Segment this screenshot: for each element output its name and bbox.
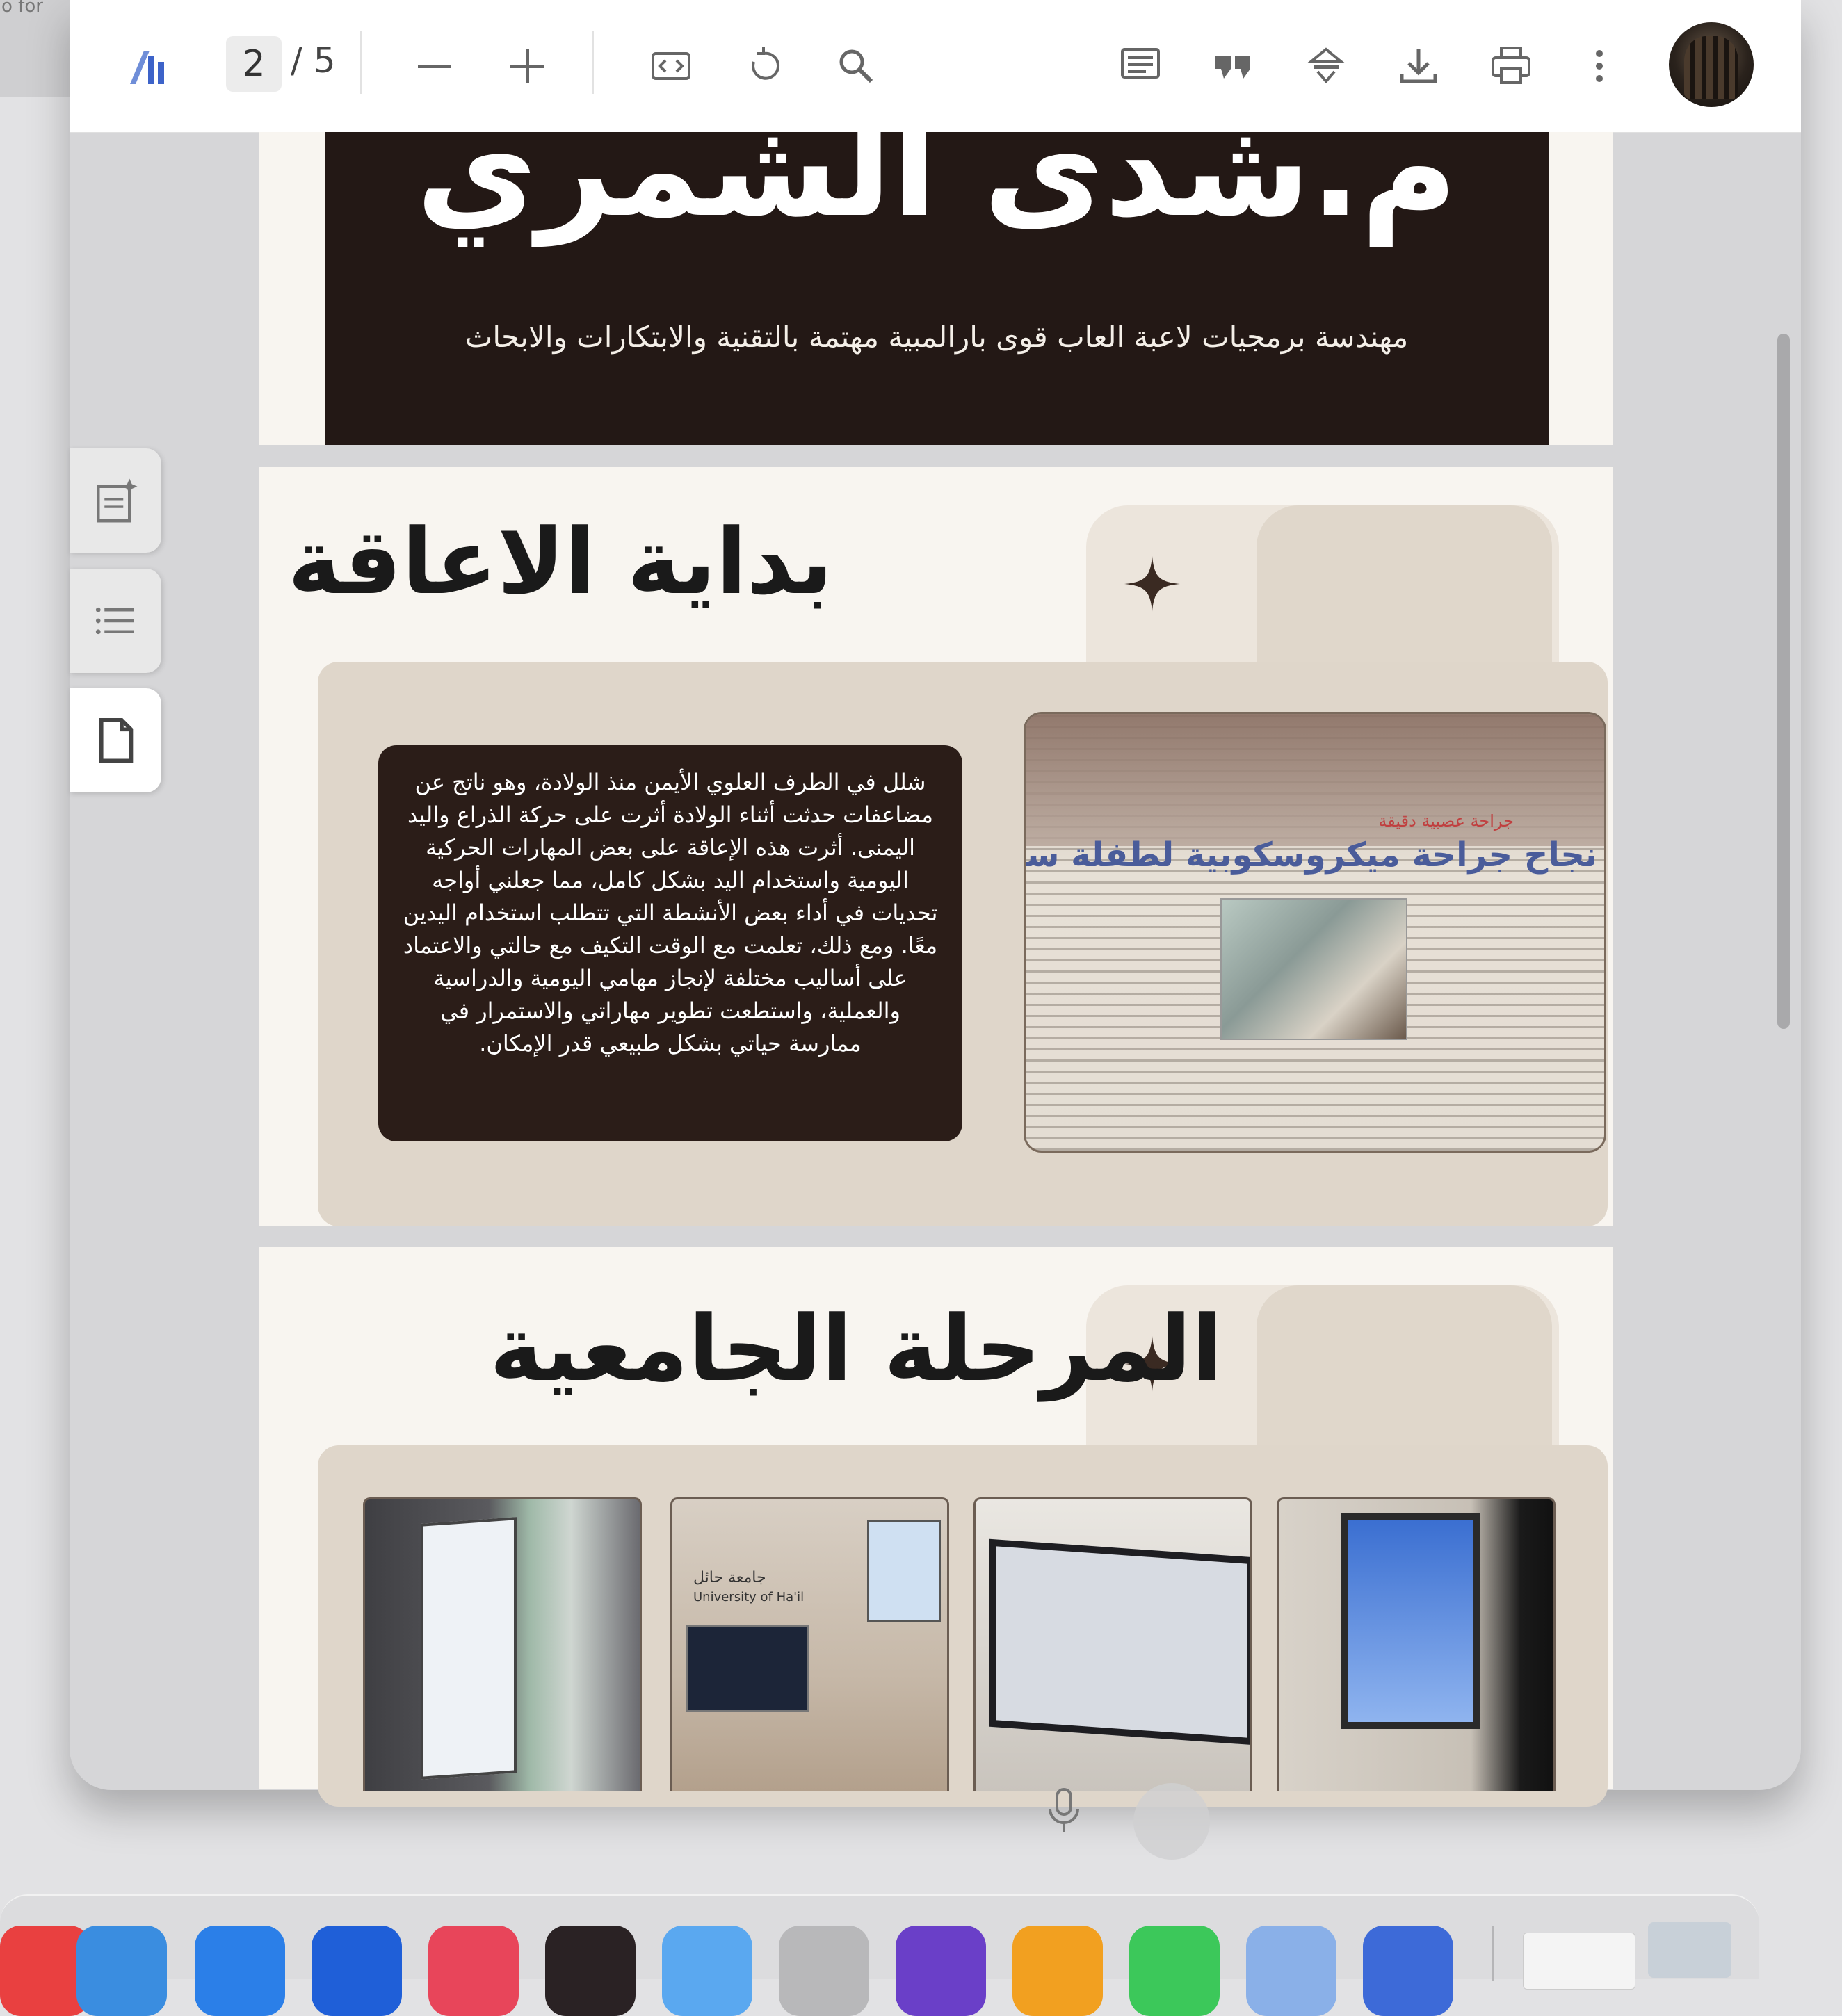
dock-app-icon[interactable] [545,1926,636,2016]
university-photo-2: جامعة حائل University of Ha'il [670,1497,949,1791]
toolbar-divider [592,31,594,94]
university-photo-3 [973,1497,1252,1791]
slide-1-subtitle: مهندسة برمجيات لاعبة العاب قوى بارالمبية… [464,320,1409,354]
newspaper-headline: نجاح جراحة ميكروسكوبية لطفلة سعودية [1026,836,1597,875]
zoom-in-icon[interactable] [499,38,555,94]
dock-app-icon[interactable] [662,1926,752,2016]
download-icon[interactable] [1391,38,1446,94]
dock-app-icon[interactable] [1129,1926,1220,2016]
dock-minimized-window[interactable] [1523,1933,1635,1990]
slide-2: بداية الاعاقة شلل في الطرف العلوي الأيمن… [259,467,1613,1226]
add-note-button[interactable] [70,448,161,553]
annotate-icon[interactable] [1298,38,1354,94]
university-photo-4 [1277,1497,1556,1791]
fit-page-icon[interactable] [643,38,699,94]
app-logo-icon [122,38,177,94]
dock-app-icon[interactable] [312,1926,402,2016]
vertical-scrollbar[interactable] [1777,334,1790,1029]
add-note-icon [97,478,138,523]
slide-3: المرحلة الجامعية جامعة حائل University o… [259,1247,1613,1807]
slide-1: م.شدى الشمري مهندسة برمجيات لاعبة العاب … [259,92,1613,445]
outline-list-icon [95,607,134,635]
newspaper-photo [1220,898,1407,1040]
dock-app-icon[interactable] [1246,1926,1336,2016]
university-sign-arabic: جامعة حائل [693,1569,766,1586]
search-icon[interactable] [828,38,884,94]
university-photo-1 [363,1497,642,1791]
dock-app-icon[interactable] [1363,1926,1453,2016]
dock-app-icon[interactable] [896,1926,986,2016]
newspaper-top-region [1026,714,1604,846]
dock-folder-icon[interactable] [1648,1922,1731,1978]
sparkle-icon [1124,556,1180,612]
thumbnails-button[interactable] [70,688,161,792]
dock-app-icon[interactable] [195,1926,285,2016]
dock-app-icon[interactable] [76,1926,167,2016]
slide-1-dark-panel: م.شدى الشمري مهندسة برمجيات لاعبة العاب … [325,92,1549,445]
slide-2-title: بداية الاعاقة [287,509,833,615]
dock-app-icon[interactable] [1012,1926,1103,2016]
page-total-label: / 5 [291,40,336,81]
dock-app-icon[interactable] [779,1926,869,2016]
comment-icon[interactable] [1113,38,1168,94]
page-thumbnail-icon [99,717,134,763]
background-window-text: o for [1,0,43,17]
toolbar-divider [360,31,362,94]
avatar[interactable] [1669,22,1754,107]
more-options-icon[interactable] [1572,38,1627,94]
rotate-icon[interactable] [736,38,791,94]
newspaper-subhead: جراحة عصبية دقيقة [1378,811,1514,831]
zoom-out-icon[interactable] [407,38,462,94]
quote-icon[interactable] [1206,38,1261,94]
floating-action-button[interactable] [1133,1783,1210,1860]
slide-2-body-text: شلل في الطرف العلوي الأيمن منذ الولادة، … [378,745,962,1141]
dock-divider [1492,1926,1494,1981]
page-number-input[interactable]: 2 [226,36,282,92]
university-sign-english: University of Ha'il [693,1590,805,1604]
print-icon[interactable] [1483,38,1539,94]
slide-1-name: م.شدى الشمري [416,92,1457,246]
newspaper-clipping-image: جراحة عصبية دقيقة نجاح جراحة ميكروسكوبية… [1024,712,1606,1153]
dock-app-icon[interactable] [428,1926,519,2016]
microphone-icon[interactable] [1043,1787,1085,1835]
outline-button[interactable] [70,569,161,673]
slide-3-title: المرحلة الجامعية [490,1296,1222,1401]
